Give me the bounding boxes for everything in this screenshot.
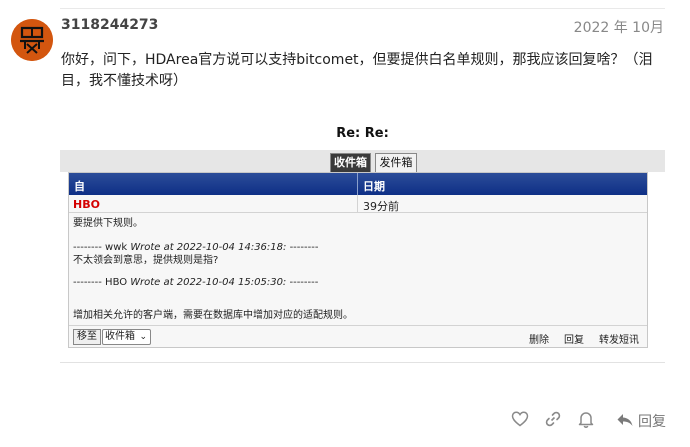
post-username[interactable]: 3118244273 xyxy=(61,17,158,33)
folder-select[interactable]: 收件箱 ⌄ xyxy=(102,329,151,345)
tab-inbox[interactable]: 收件箱 xyxy=(330,153,371,173)
move-button[interactable]: 移至 xyxy=(73,329,101,345)
column-divider xyxy=(357,173,358,195)
top-divider xyxy=(60,8,665,9)
folder-select-value: 收件箱 xyxy=(105,331,135,342)
link-icon[interactable] xyxy=(544,410,562,428)
message-line: 要提供下规则。 xyxy=(73,218,143,229)
column-date: 日期 xyxy=(363,180,385,193)
quote-header: -------- HBO Wrote at 2022-10-04 15:05:3… xyxy=(73,276,318,289)
quote-header: -------- wwk Wrote at 2022-10-04 14:36:1… xyxy=(73,241,318,254)
reply-button[interactable]: 回复 xyxy=(638,411,666,431)
avatar[interactable] xyxy=(11,19,53,61)
delete-link[interactable]: 删除 xyxy=(529,331,549,346)
table-row: HBO 39分前 xyxy=(69,195,647,213)
avatar-logo-icon xyxy=(11,19,53,61)
quote-suffix: -------- xyxy=(289,242,319,253)
column-from: 自 xyxy=(74,180,85,193)
heart-icon[interactable] xyxy=(511,410,529,428)
message-sender[interactable]: HBO xyxy=(73,198,100,211)
message-table-header: 自 日期 xyxy=(69,173,647,195)
message-panel: 自 日期 HBO 39分前 要提供下规则。 -------- wwk Wrote… xyxy=(68,172,648,348)
column-divider xyxy=(357,195,358,213)
bell-icon[interactable] xyxy=(577,410,595,428)
bottom-divider xyxy=(60,362,665,363)
tab-outbox[interactable]: 发件箱 xyxy=(375,153,417,173)
message-footer: 移至 收件箱 ⌄ 删除 回复 转发短讯 xyxy=(69,325,647,347)
quote-prefix: -------- HBO xyxy=(73,277,128,288)
post-body: 你好，问下，HDArea官方说可以支持bitcomet，但要提供白名单规则，那我… xyxy=(61,52,653,89)
quote-wrote-at: Wrote at 2022-10-04 14:36:18: xyxy=(127,242,290,253)
reply-icon[interactable] xyxy=(616,411,634,429)
quote-suffix: -------- xyxy=(289,277,319,288)
post-date[interactable]: 2022 年 10月 xyxy=(574,17,664,37)
message-line: 不太领会到意思，提供规则是指? xyxy=(73,255,219,266)
message-line: 增加相关允许的客户端，需要在数据库中增加对应的适配规则。 xyxy=(73,310,353,321)
mailbox-tabbar: 收件箱 发件箱 xyxy=(60,150,665,173)
forward-link[interactable]: 转发短讯 xyxy=(599,331,639,346)
embed-title: Re: Re: xyxy=(336,126,389,141)
quote-prefix: -------- wwk xyxy=(73,242,128,253)
message-time: 39分前 xyxy=(363,200,399,213)
reply-link[interactable]: 回复 xyxy=(564,331,584,346)
quote-wrote-at: Wrote at 2022-10-04 15:05:30: xyxy=(127,277,290,288)
chevron-down-icon: ⌄ xyxy=(139,332,147,342)
